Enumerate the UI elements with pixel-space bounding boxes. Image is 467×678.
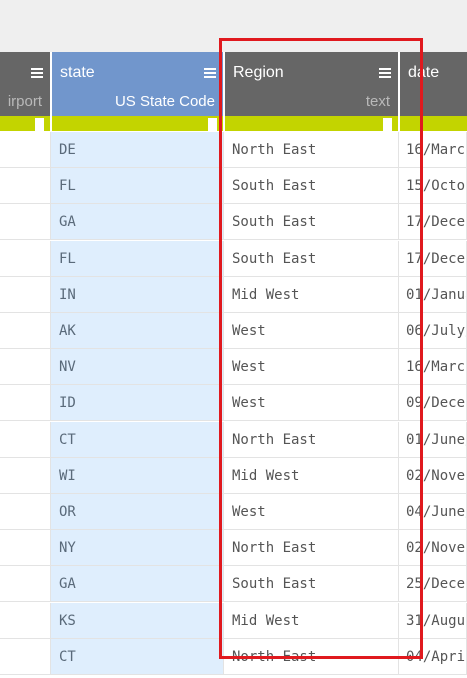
cell-state[interactable]: KS	[51, 603, 224, 639]
cell-date[interactable]: 17/Decen	[399, 204, 467, 240]
cell-date[interactable]: 01/June/	[399, 422, 467, 458]
column-filter-bar-date[interactable]	[400, 116, 467, 131]
cell-airport[interactable]	[0, 385, 51, 421]
cell-state[interactable]: GA	[51, 566, 224, 602]
cell-state[interactable]: CT	[51, 639, 224, 675]
cell-airport[interactable]	[0, 168, 51, 204]
cell-state[interactable]: GA	[51, 204, 224, 240]
cell-state[interactable]: DE	[51, 132, 224, 168]
cell-airport[interactable]	[0, 241, 51, 277]
cell-airport[interactable]	[0, 639, 51, 675]
cell-airport[interactable]	[0, 277, 51, 313]
cell-date[interactable]: 17/Decen	[399, 241, 467, 277]
cell-region[interactable]: South East	[224, 168, 399, 204]
cell-date[interactable]: 16/March	[399, 349, 467, 385]
cell-date[interactable]: 09/Decen	[399, 385, 467, 421]
column-filter-bar-region[interactable]	[225, 116, 398, 131]
filter-checkbox[interactable]	[35, 118, 44, 131]
cell-date[interactable]: 06/July/	[399, 313, 467, 349]
column-type-label: text	[365, 93, 390, 110]
cell-date[interactable]: 15/Octob	[399, 168, 467, 204]
cell-airport[interactable]	[0, 603, 51, 639]
cell-state[interactable]: OR	[51, 494, 224, 530]
column-menu-icon[interactable]	[204, 68, 216, 78]
cell-region[interactable]: West	[224, 494, 399, 530]
column-title: Region	[233, 64, 284, 81]
cell-region[interactable]: Mid West	[224, 603, 399, 639]
cell-state[interactable]: ID	[51, 385, 224, 421]
cell-state[interactable]: WI	[51, 458, 224, 494]
cell-state[interactable]: AK	[51, 313, 224, 349]
cell-region[interactable]: South East	[224, 566, 399, 602]
cell-date[interactable]: 04/June/	[399, 494, 467, 530]
cell-date[interactable]: 02/Nover	[399, 530, 467, 566]
cell-region[interactable]: West	[224, 349, 399, 385]
cell-airport[interactable]	[0, 349, 51, 385]
filter-checkbox[interactable]	[208, 118, 217, 131]
cell-region[interactable]: West	[224, 313, 399, 349]
column-type-label: US State Code	[114, 93, 215, 110]
cell-airport[interactable]	[0, 458, 51, 494]
column-divider	[223, 52, 225, 132]
column-header-state[interactable]: state US State Code	[52, 52, 223, 116]
cell-region[interactable]: North East	[224, 422, 399, 458]
cell-airport[interactable]	[0, 566, 51, 602]
cell-airport[interactable]	[0, 132, 51, 168]
cell-region[interactable]: West	[224, 385, 399, 421]
cell-state[interactable]: NY	[51, 530, 224, 566]
column-header-airport[interactable]: irport	[0, 52, 50, 116]
cell-airport[interactable]	[0, 530, 51, 566]
cell-date[interactable]: 01/Janua	[399, 277, 467, 313]
cell-airport[interactable]	[0, 422, 51, 458]
cell-airport[interactable]	[0, 494, 51, 530]
column-type-label: irport	[7, 93, 42, 110]
column-filter-bar-airport[interactable]	[0, 116, 50, 131]
column-title: date	[408, 64, 440, 81]
cell-region[interactable]: North East	[224, 530, 399, 566]
filter-checkbox[interactable]	[383, 118, 392, 131]
cell-state[interactable]: FL	[51, 241, 224, 277]
cell-state[interactable]: IN	[51, 277, 224, 313]
column-header-region[interactable]: Region text	[225, 52, 398, 116]
column-divider	[398, 52, 400, 132]
cell-region[interactable]: North East	[224, 132, 399, 168]
cell-date[interactable]: 02/Nover	[399, 458, 467, 494]
cell-region[interactable]: North East	[224, 639, 399, 675]
column-title: state	[60, 64, 95, 81]
cell-state[interactable]: CT	[51, 422, 224, 458]
cell-state[interactable]: NV	[51, 349, 224, 385]
cell-region[interactable]: South East	[224, 241, 399, 277]
column-menu-icon[interactable]	[379, 68, 391, 78]
cell-date[interactable]: 04/April	[399, 639, 467, 675]
cell-region[interactable]: South East	[224, 204, 399, 240]
column-header-date[interactable]: date	[400, 52, 467, 116]
data-grid: irport state US State Code Region text d…	[0, 52, 467, 678]
column-filter-bar-state[interactable]	[52, 116, 223, 131]
cell-region[interactable]: Mid West	[224, 277, 399, 313]
cell-airport[interactable]	[0, 313, 51, 349]
column-divider	[50, 52, 52, 132]
cell-state[interactable]: FL	[51, 168, 224, 204]
column-menu-icon[interactable]	[31, 68, 43, 78]
cell-airport[interactable]	[0, 204, 51, 240]
cell-date[interactable]: 25/Decen	[399, 566, 467, 602]
toolbar-area	[0, 0, 467, 52]
cell-date[interactable]: 31/Augus	[399, 603, 467, 639]
cell-date[interactable]: 16/March	[399, 132, 467, 168]
cell-region[interactable]: Mid West	[224, 458, 399, 494]
